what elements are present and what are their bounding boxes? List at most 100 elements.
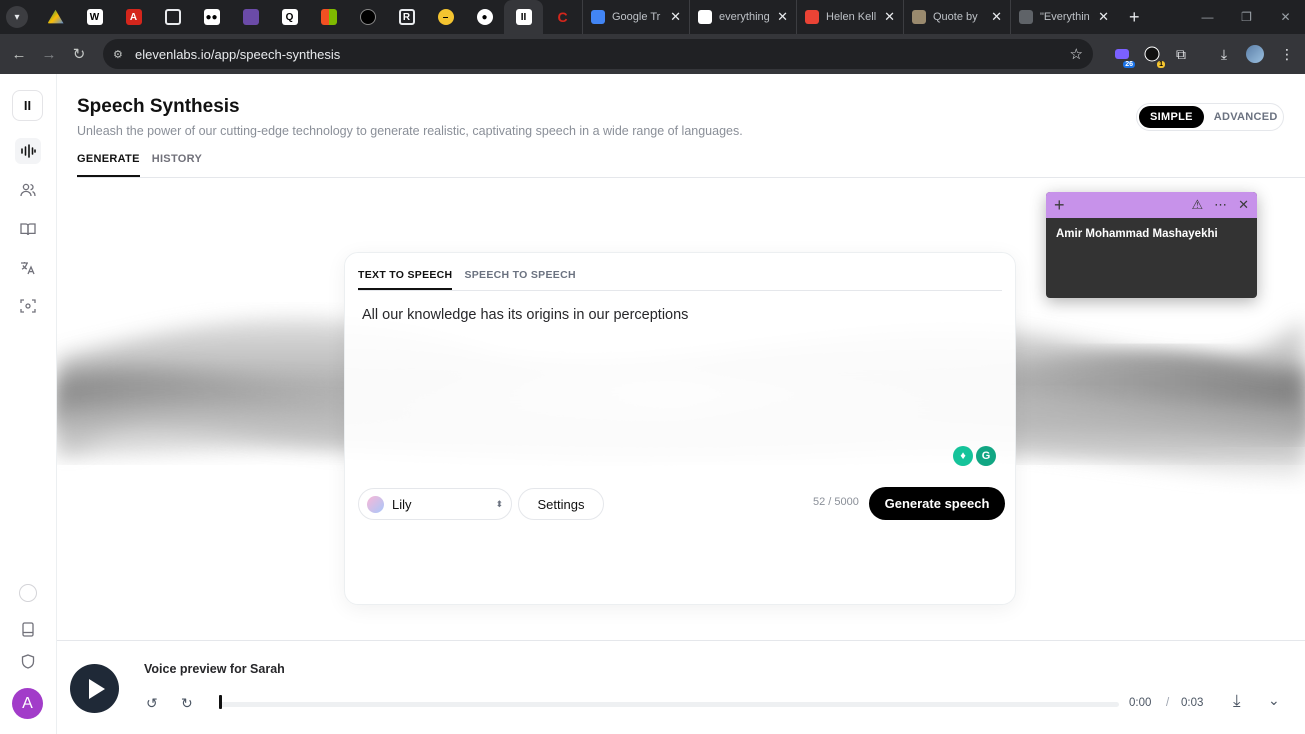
- reload-icon[interactable]: ↻: [64, 45, 94, 63]
- extension-badge: 26: [1123, 61, 1135, 68]
- page-subtitle: Unleash the power of our cutting-edge te…: [77, 124, 743, 138]
- pinned-tab-openai[interactable]: [348, 0, 387, 34]
- voice-selector[interactable]: Lily ⬍: [358, 488, 512, 520]
- tab-text-to-speech[interactable]: TEXT TO SPEECH: [358, 269, 453, 290]
- address-bar[interactable]: ⚙ elevenlabs.io/app/speech-synthesis ☆: [103, 39, 1093, 69]
- grammarly-widget[interactable]: ♦ G: [953, 446, 997, 468]
- window-close-icon[interactable]: ✕: [1266, 0, 1305, 34]
- sticky-note-text[interactable]: Amir Mohammad Mashayekhi: [1046, 218, 1257, 250]
- sidebar-status-circle[interactable]: [19, 584, 37, 602]
- pinned-tab-drive[interactable]: [36, 0, 75, 34]
- pinned-tab-app[interactable]: [231, 0, 270, 34]
- pinned-tab-emoji[interactable]: –: [426, 0, 465, 34]
- play-icon: [88, 678, 105, 699]
- page-title: Speech Synthesis: [77, 96, 240, 117]
- tab-everything[interactable]: everything ✕: [689, 0, 796, 34]
- tab-quote-by[interactable]: Quote by ✕: [903, 0, 1010, 34]
- back-arrow-icon[interactable]: ←: [4, 46, 34, 63]
- minimize-icon[interactable]: —: [1188, 0, 1227, 34]
- tab-history[interactable]: HISTORY: [152, 153, 202, 177]
- site-info-icon[interactable]: ⚙: [113, 48, 129, 61]
- current-time: 0:00: [1129, 697, 1152, 709]
- more-options-icon[interactable]: ⋯: [1214, 197, 1227, 213]
- sidebar-waveform-icon[interactable]: [15, 138, 41, 164]
- extension-icon-2[interactable]: 1: [1139, 34, 1165, 74]
- profile-avatar-icon[interactable]: [1242, 34, 1268, 74]
- tab-title: everything: [719, 11, 770, 23]
- sidebar-translate-icon[interactable]: [15, 255, 41, 281]
- bookmark-star-icon[interactable]: ☆: [1070, 45, 1083, 63]
- app-root: II A Speech Synthesis Unleash the power …: [0, 74, 1305, 734]
- mode-advanced-button[interactable]: ADVANCED: [1204, 106, 1288, 128]
- pinned-tab-microsoft[interactable]: [309, 0, 348, 34]
- pinned-tab-framer[interactable]: [153, 0, 192, 34]
- browser-toolbar: ← → ↻ ⚙ elevenlabs.io/app/speech-synthes…: [0, 34, 1305, 74]
- pinned-tab-github[interactable]: ●: [465, 0, 504, 34]
- play-button[interactable]: [70, 664, 119, 713]
- voice-name: Lily: [392, 496, 412, 512]
- extension-icon-1[interactable]: 26: [1109, 34, 1135, 74]
- settings-button[interactable]: Settings: [518, 488, 604, 520]
- tab-google-translate[interactable]: Google Tr ✕: [582, 0, 689, 34]
- voice-avatar-icon: [367, 495, 384, 513]
- pinned-tab-elevenlabs[interactable]: II: [504, 0, 543, 34]
- grammarly-g-icon[interactable]: G: [976, 446, 996, 466]
- pinned-tabs: W A ●● Q R – ● II C: [36, 0, 582, 34]
- tab-speech-to-speech[interactable]: SPEECH TO SPEECH: [464, 269, 575, 290]
- elevenlabs-logo[interactable]: II: [12, 90, 43, 121]
- rewind-icon[interactable]: ↺: [146, 695, 158, 712]
- tab-title: "Everythin: [1040, 11, 1090, 23]
- tab-generate[interactable]: GENERATE: [77, 153, 140, 177]
- close-icon[interactable]: ✕: [777, 9, 788, 25]
- tab-helen-keller[interactable]: Helen Kell ✕: [796, 0, 903, 34]
- tab-search-icon[interactable]: ▾: [6, 6, 28, 28]
- close-icon[interactable]: ✕: [991, 9, 1002, 25]
- tab-everything-quote[interactable]: "Everythin ✕: [1010, 0, 1117, 34]
- close-icon[interactable]: ✕: [1098, 9, 1109, 25]
- audio-player: Voice preview for Sarah ↺ ↻ 0:00 / 0:03 …: [57, 640, 1305, 734]
- pinned-tab-adobe[interactable]: A: [114, 0, 153, 34]
- progress-handle[interactable]: [219, 695, 222, 709]
- tab-title: Helen Kell: [826, 11, 877, 23]
- warning-icon[interactable]: ⚠: [1191, 197, 1203, 213]
- pinned-tab-c[interactable]: C: [543, 0, 582, 34]
- sidebar-book-icon[interactable]: [15, 216, 41, 242]
- pinned-tab-wikipedia[interactable]: W: [75, 0, 114, 34]
- restore-icon[interactable]: ❐: [1227, 0, 1266, 34]
- close-icon[interactable]: ✕: [884, 9, 895, 25]
- sidebar-voices-icon[interactable]: [15, 177, 41, 203]
- new-tab-plus-icon[interactable]: +: [1129, 7, 1140, 28]
- pinned-tab-flickr[interactable]: ●●: [192, 0, 231, 34]
- add-note-icon[interactable]: +: [1054, 195, 1065, 216]
- url-text: elevenlabs.io/app/speech-synthesis: [135, 46, 341, 62]
- sidebar-scan-icon[interactable]: [15, 293, 41, 319]
- download-audio-icon[interactable]: ⤓: [1233, 691, 1241, 711]
- google-icon: [698, 10, 712, 24]
- tab-title: Quote by: [933, 11, 978, 23]
- fast-forward-icon[interactable]: ↻: [181, 695, 193, 712]
- close-icon[interactable]: ✕: [670, 9, 681, 25]
- goodreads-icon: [912, 10, 926, 24]
- sidebar-document-icon[interactable]: [15, 616, 41, 642]
- chevron-updown-icon: ⬍: [495, 498, 503, 509]
- user-avatar[interactable]: A: [12, 688, 43, 719]
- google-translate-icon: [591, 10, 605, 24]
- chevron-down-icon[interactable]: ⌄: [1268, 692, 1280, 709]
- forward-arrow-icon[interactable]: →: [34, 46, 64, 63]
- browser-menu-icon[interactable]: ⋮: [1274, 34, 1300, 74]
- sidebar-shield-icon[interactable]: [15, 648, 41, 674]
- progress-bar[interactable]: [219, 702, 1119, 707]
- character-count: 52 / 5000: [813, 496, 859, 508]
- mode-simple-button[interactable]: SIMPLE: [1139, 106, 1204, 128]
- text-input[interactable]: All our knowledge has its origins in our…: [362, 307, 688, 323]
- generate-speech-button[interactable]: Generate speech: [869, 487, 1005, 520]
- sidebar: II A: [0, 74, 57, 734]
- window-controls: — ❐ ✕: [1188, 0, 1305, 34]
- download-icon[interactable]: ⤓: [1211, 34, 1237, 74]
- close-note-icon[interactable]: ✕: [1238, 197, 1249, 213]
- pinned-tab-search[interactable]: Q: [270, 0, 309, 34]
- pinned-tab-r[interactable]: R: [387, 0, 426, 34]
- grammarly-bulb-icon[interactable]: ♦: [953, 446, 973, 466]
- sticky-note[interactable]: + ⚠ ⋯ ✕ Amir Mohammad Mashayekhi: [1046, 192, 1257, 298]
- extensions-puzzle-icon[interactable]: ⧉: [1168, 34, 1194, 74]
